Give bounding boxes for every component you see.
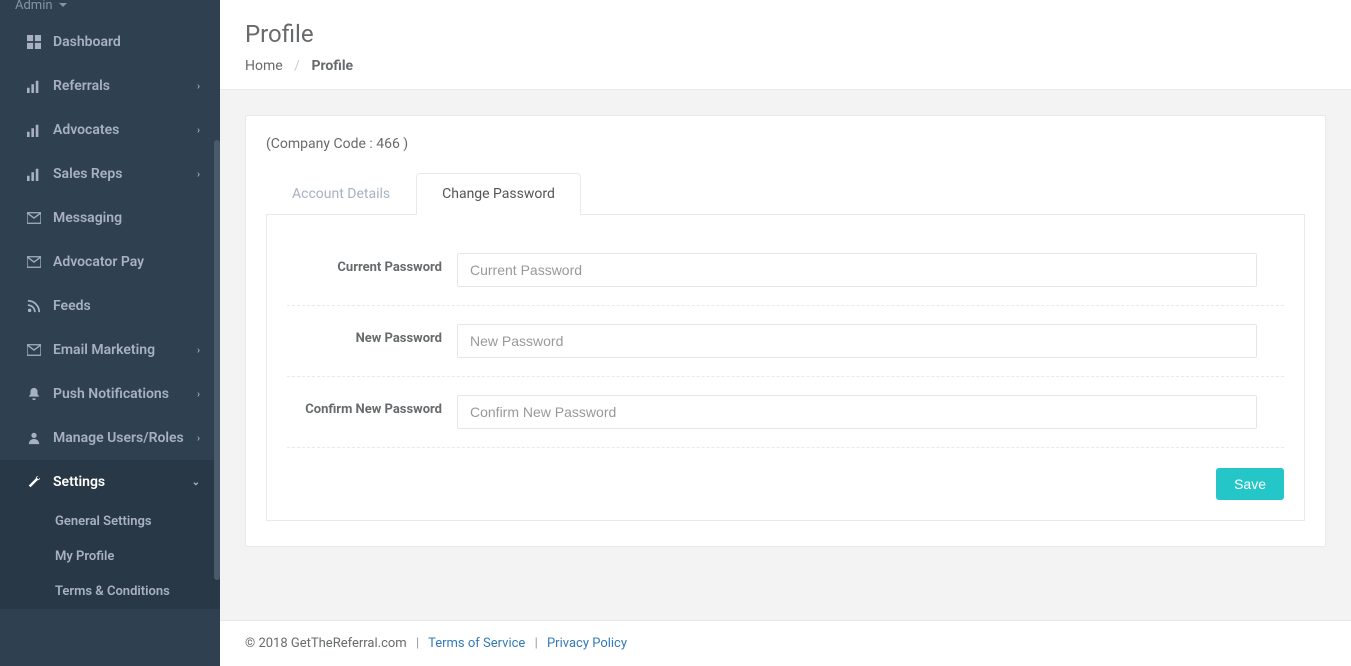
new-password-input[interactable] [457,324,1257,358]
chevron-right-icon: › [197,125,200,136]
tab-panel-change-password: Current Password New Password Confirm Ne… [266,215,1305,521]
confirm-password-label: Confirm New Password [287,395,457,417]
admin-dropdown[interactable]: Admin [0,0,220,20]
sidebar-item-label: Dashboard [53,34,200,50]
sidebar-scrollbar[interactable] [214,140,220,580]
page-title: Profile [245,20,1326,48]
breadcrumb-current: Profile [311,58,353,74]
sidebar-item-label: Email Marketing [53,342,197,358]
current-password-input[interactable] [457,253,1257,287]
chevron-right-icon: › [197,345,200,356]
submenu-my-profile[interactable]: My Profile [0,539,220,574]
sidebar-item-advocates[interactable]: Advocates › [0,108,220,152]
submenu-terms-conditions[interactable]: Terms & Conditions [0,574,220,609]
admin-label: Admin [15,0,53,13]
sidebar-item-sales-reps[interactable]: Sales Reps › [0,152,220,196]
tab-list: Account Details Change Password [266,172,1305,215]
profile-panel: (Company Code : 466 ) Account Details Ch… [245,115,1326,547]
sidebar-item-email-marketing[interactable]: Email Marketing › [0,328,220,372]
envelope-icon [25,211,43,225]
confirm-password-input[interactable] [457,395,1257,429]
nav-menu: Dashboard Referrals › Advocates › Sales … [0,20,220,609]
submenu-general-settings[interactable]: General Settings [0,504,220,539]
settings-submenu: General Settings My Profile Terms & Cond… [0,504,220,609]
bell-icon [25,387,43,401]
sidebar-item-referrals[interactable]: Referrals › [0,64,220,108]
company-code: (Company Code : 466 ) [266,136,1305,152]
wrench-icon [25,475,43,489]
breadcrumb: Home / Profile [245,58,1326,74]
sidebar-item-push-notifications[interactable]: Push Notifications › [0,372,220,416]
dashboard-icon [25,35,43,49]
save-button[interactable]: Save [1216,468,1284,500]
current-password-label: Current Password [287,253,457,275]
chevron-right-icon: › [197,81,200,92]
content-area: (Company Code : 466 ) Account Details Ch… [220,90,1351,620]
page-header: Profile Home / Profile [220,0,1351,90]
sidebar: Admin Dashboard Referrals › Advocates › … [0,0,220,666]
sidebar-item-label: Advocates [53,122,197,138]
sidebar-item-advocator-pay[interactable]: Advocator Pay [0,240,220,284]
footer-privacy-link[interactable]: Privacy Policy [547,636,627,651]
sidebar-item-label: Settings [53,474,192,490]
chevron-right-icon: › [197,169,200,180]
footer-copyright: © 2018 GetTheReferral.com [245,636,407,651]
sidebar-item-dashboard[interactable]: Dashboard [0,20,220,64]
form-row-new-password: New Password [287,306,1284,377]
sidebar-item-feeds[interactable]: Feeds [0,284,220,328]
sidebar-item-label: Manage Users/Roles [53,430,197,446]
new-password-label: New Password [287,324,457,346]
footer-separator: | [535,636,538,651]
sidebar-item-label: Messaging [53,210,200,226]
footer: © 2018 GetTheReferral.com | Terms of Ser… [220,620,1351,666]
envelope-icon [25,255,43,269]
sidebar-item-label: Push Notifications [53,386,197,402]
sidebar-item-label: Sales Reps [53,166,197,182]
sidebar-item-messaging[interactable]: Messaging [0,196,220,240]
bar-chart-icon [25,79,43,93]
tab-change-password[interactable]: Change Password [416,173,581,215]
tab-account-details[interactable]: Account Details [266,173,416,215]
bar-chart-icon [25,123,43,137]
caret-down-icon [59,3,67,7]
chevron-right-icon: › [197,389,200,400]
sidebar-item-settings[interactable]: Settings ⌄ [0,460,220,504]
chevron-right-icon: › [197,433,200,444]
breadcrumb-home[interactable]: Home [245,58,283,74]
rss-icon [25,299,43,313]
sidebar-item-manage-users[interactable]: Manage Users/Roles › [0,416,220,460]
footer-separator: | [416,636,419,651]
form-actions: Save [287,448,1284,500]
envelope-icon [25,343,43,357]
sidebar-item-label: Feeds [53,298,200,314]
form-row-current-password: Current Password [287,235,1284,306]
form-row-confirm-password: Confirm New Password [287,377,1284,448]
main-content: Profile Home / Profile (Company Code : 4… [220,0,1351,666]
bar-chart-icon [25,167,43,181]
breadcrumb-separator: / [294,58,300,74]
sidebar-item-label: Advocator Pay [53,254,200,270]
user-icon [25,431,43,445]
footer-terms-link[interactable]: Terms of Service [428,636,525,651]
sidebar-item-label: Referrals [53,78,197,94]
chevron-down-icon: ⌄ [192,477,200,488]
